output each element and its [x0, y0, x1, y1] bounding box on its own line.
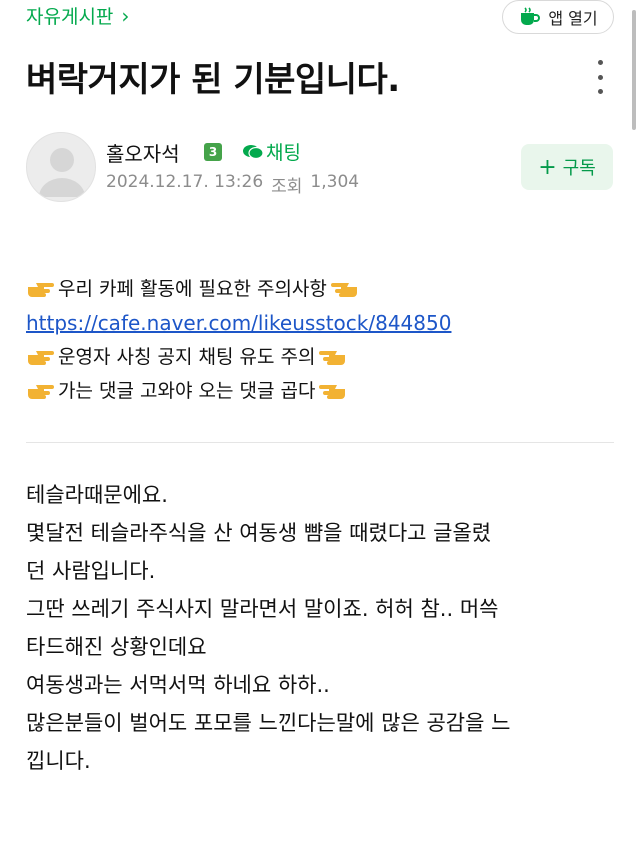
divider [26, 442, 614, 443]
notice-line-3: 가는 댓글 고와야 오는 댓글 곱다 [58, 380, 316, 402]
post-body: 테슬라때문에요. 몇달전 테슬라주식을 산 여동생 뺨을 때렸다고 글올렸 던 … [26, 476, 616, 780]
pointing-right-hand-icon [28, 283, 54, 297]
scrollbar[interactable] [632, 10, 636, 130]
notice-line-1: 우리 카페 활동에 필요한 주의사항 [58, 278, 327, 300]
level-badge: 3 [204, 143, 222, 161]
notice-line: 가는 댓글 고와야 오는 댓글 곱다 [26, 374, 451, 408]
pointing-right-hand-icon [28, 351, 54, 365]
body-line: 던 사람입니다. [26, 559, 156, 583]
notice-block: 우리 카페 활동에 필요한 주의사항 https://cafe.naver.co… [26, 272, 451, 408]
post-title: 벼락거지가 된 기분입니다. [26, 60, 400, 100]
notice-line: 우리 카페 활동에 필요한 주의사항 [26, 272, 451, 306]
pointing-right-hand-icon [28, 385, 54, 399]
post-date: 2024.12.17. 13:26 [106, 172, 264, 192]
pointing-left-hand-icon [319, 385, 346, 399]
notice-line-2: 운영자 사칭 공지 채팅 유도 주의 [58, 346, 316, 368]
post-meta: 2024.12.17. 13:26 조회 1,304 [106, 172, 359, 197]
body-line: 낍니다. [26, 749, 91, 773]
chat-button[interactable]: 채팅 [242, 138, 301, 165]
open-app-button[interactable]: 앱 열기 [502, 0, 614, 34]
default-profile-icon [39, 148, 85, 197]
chat-bubble-icon [243, 144, 264, 159]
subscribe-label: 구독 [562, 158, 596, 179]
body-line: 테슬라때문에요. [26, 483, 168, 507]
body-line: 그딴 쓰레기 주식사지 말라면서 말이죠. 허허 참.. 머쓱 [26, 597, 499, 621]
pointing-left-hand-icon [330, 283, 357, 297]
more-vertical-icon[interactable] [592, 60, 608, 94]
notice-line: 운영자 사칭 공지 채팅 유도 주의 [26, 340, 451, 374]
body-line: 많은분들이 벌어도 포모를 느낀다는말에 많은 공감을 느 [26, 711, 511, 735]
notice-link-line: https://cafe.naver.com/likeusstock/84485… [26, 306, 451, 340]
plus-icon: + [538, 154, 557, 180]
chevron-right-icon: › [121, 3, 130, 28]
open-app-label: 앱 열기 [548, 9, 598, 28]
body-line: 타드해진 상황인데요 [26, 635, 207, 659]
board-name: 자유게시판 [26, 6, 114, 28]
chat-label: 채팅 [266, 142, 301, 164]
top-bar: 자유게시판 › 앱 열기 [0, 0, 640, 40]
avatar[interactable] [26, 132, 96, 202]
cup-icon [521, 7, 541, 25]
body-line: 여동생과는 서먹서먹 하네요 하하.. [26, 673, 330, 697]
notice-link[interactable]: https://cafe.naver.com/likeusstock/84485… [26, 306, 451, 340]
subscribe-button[interactable]: + 구독 [521, 144, 613, 190]
pointing-left-hand-icon [319, 351, 346, 365]
author-name[interactable]: 홀오자석 [106, 138, 180, 167]
board-link[interactable]: 자유게시판 › [26, 2, 129, 29]
views-count: 1,304 [310, 172, 360, 192]
body-line: 몇달전 테슬라주식을 산 여동생 뺨을 때렸다고 글올렸 [26, 521, 492, 545]
views-label: 조회 [271, 177, 303, 197]
